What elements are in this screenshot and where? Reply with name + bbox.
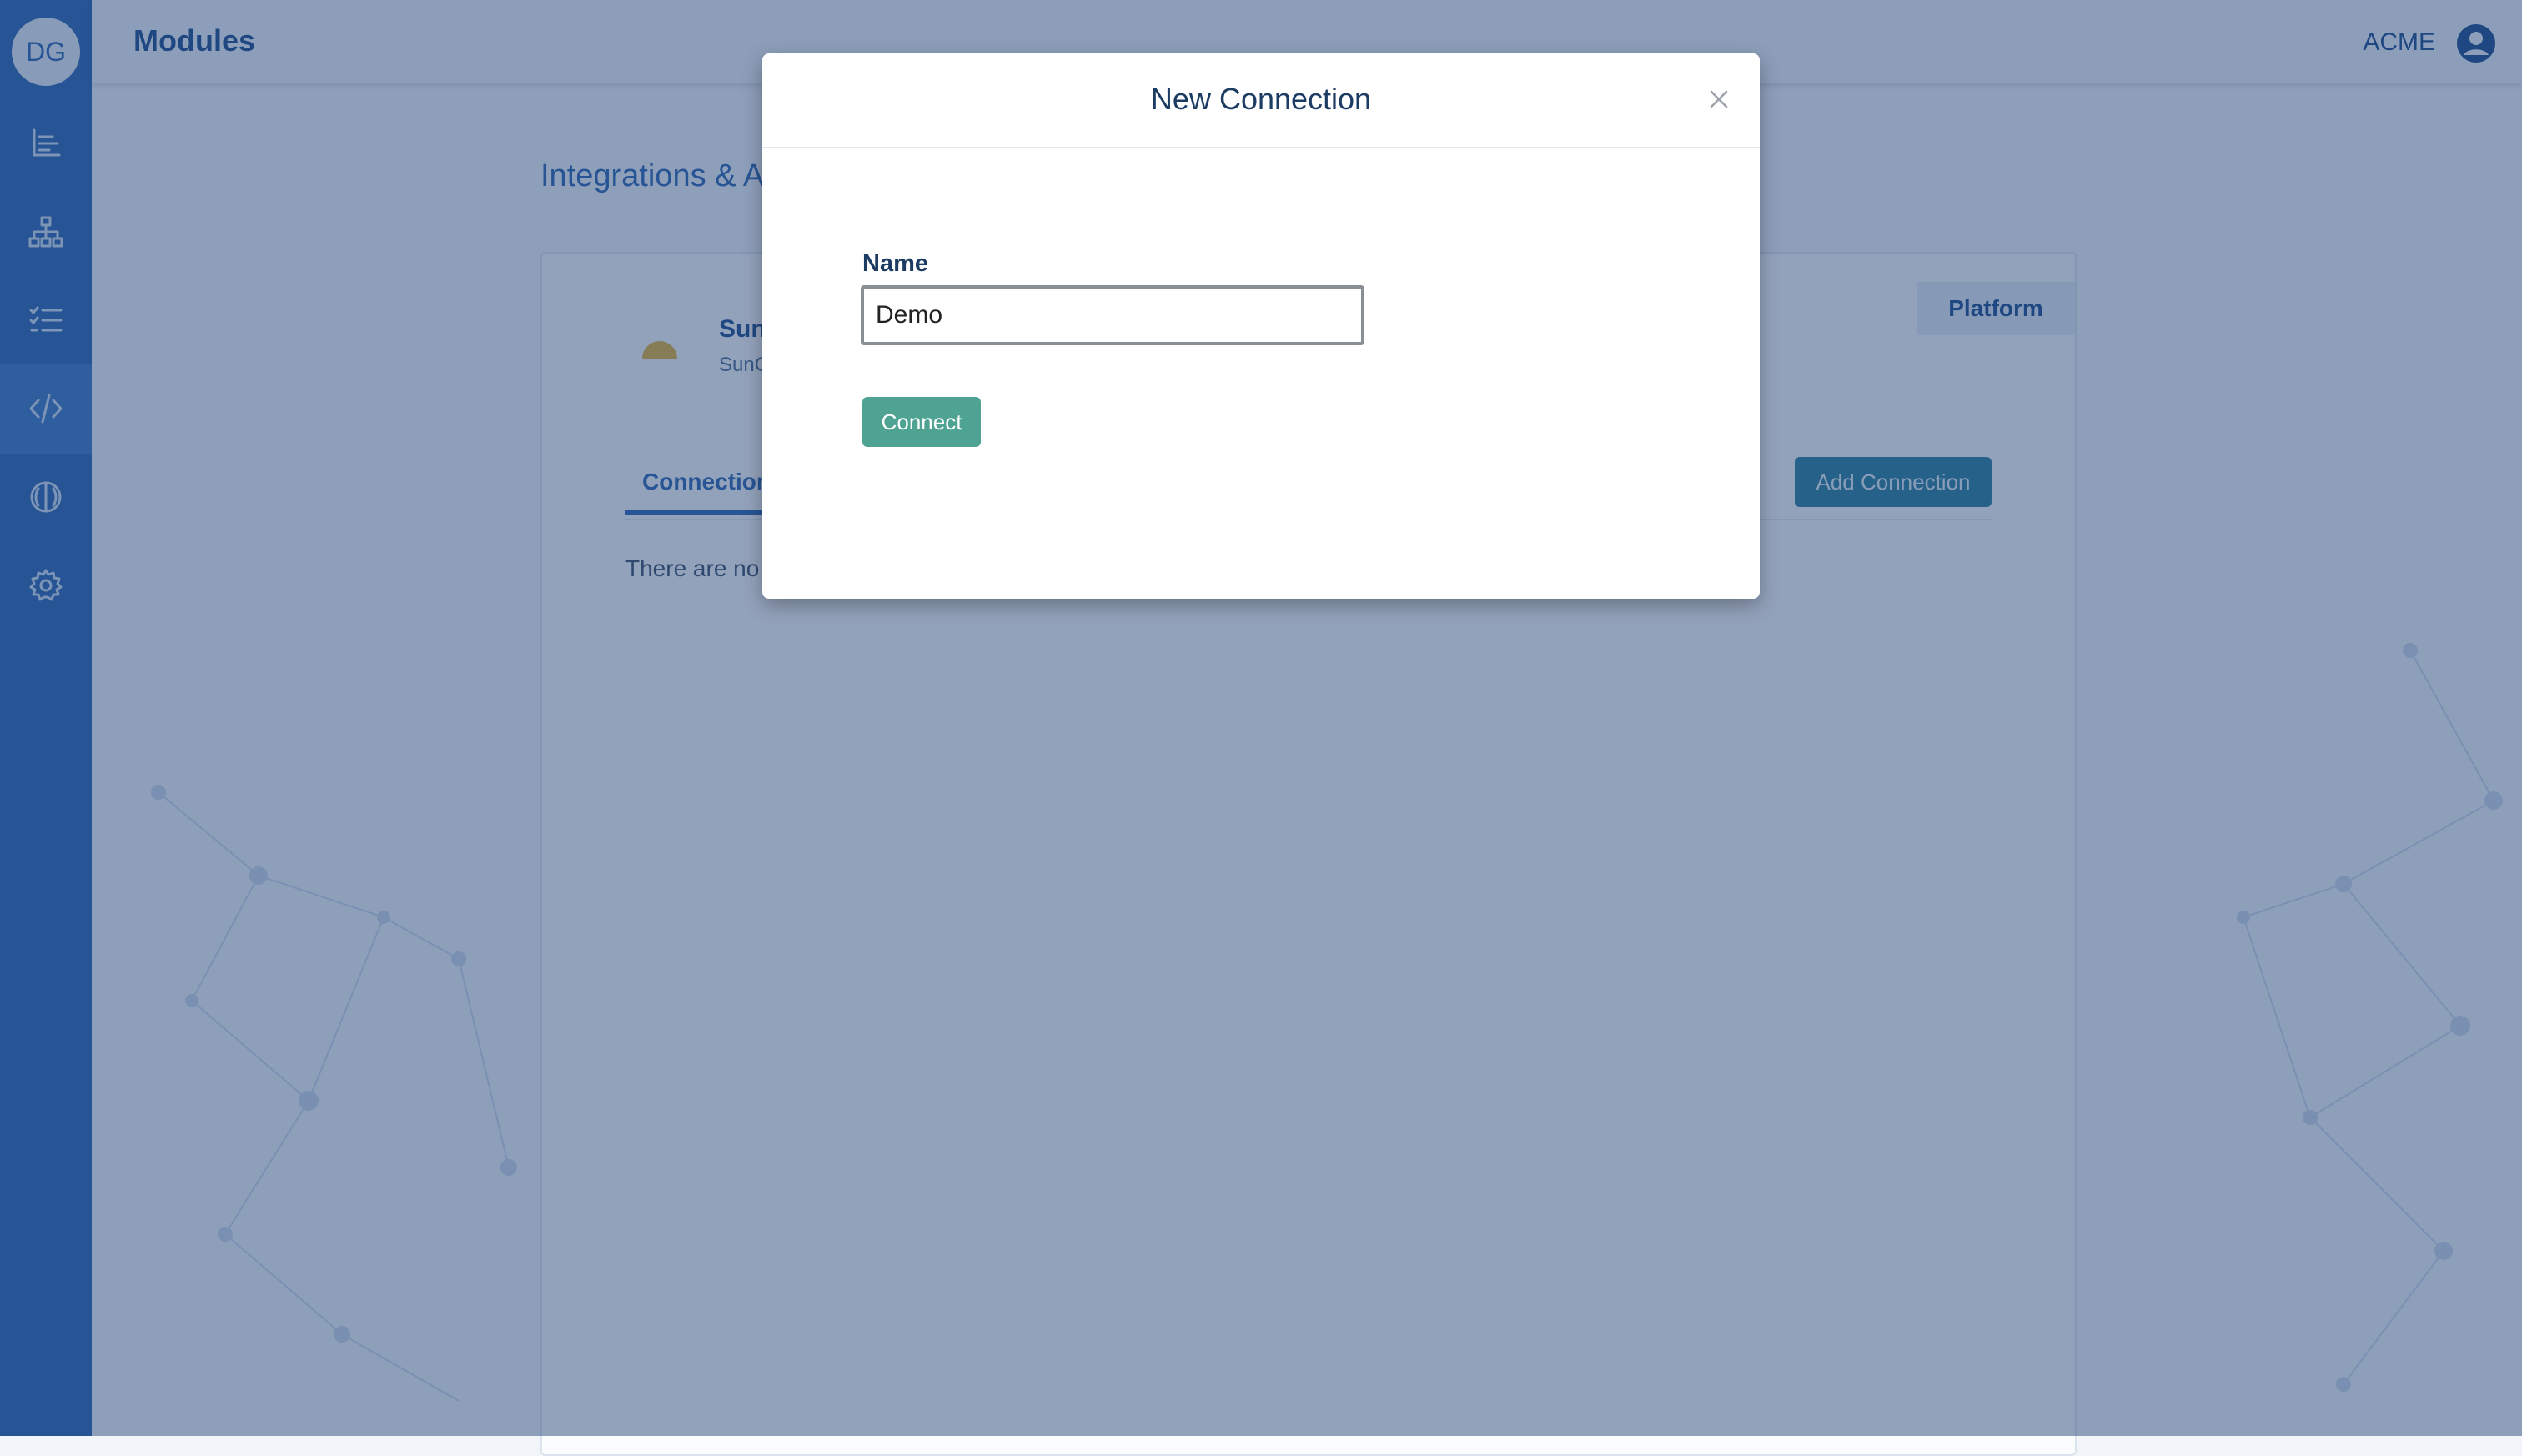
close-icon bbox=[1710, 90, 1728, 108]
name-input[interactable] bbox=[861, 285, 1364, 345]
close-button[interactable] bbox=[1705, 85, 1733, 113]
modal-title: New Connection bbox=[1150, 82, 1372, 116]
new-connection-modal: New Connection Name Connect bbox=[762, 53, 1760, 599]
connect-button[interactable]: Connect bbox=[862, 397, 981, 447]
name-field-label: Name bbox=[862, 250, 928, 277]
modal-header: New Connection bbox=[762, 53, 1760, 148]
